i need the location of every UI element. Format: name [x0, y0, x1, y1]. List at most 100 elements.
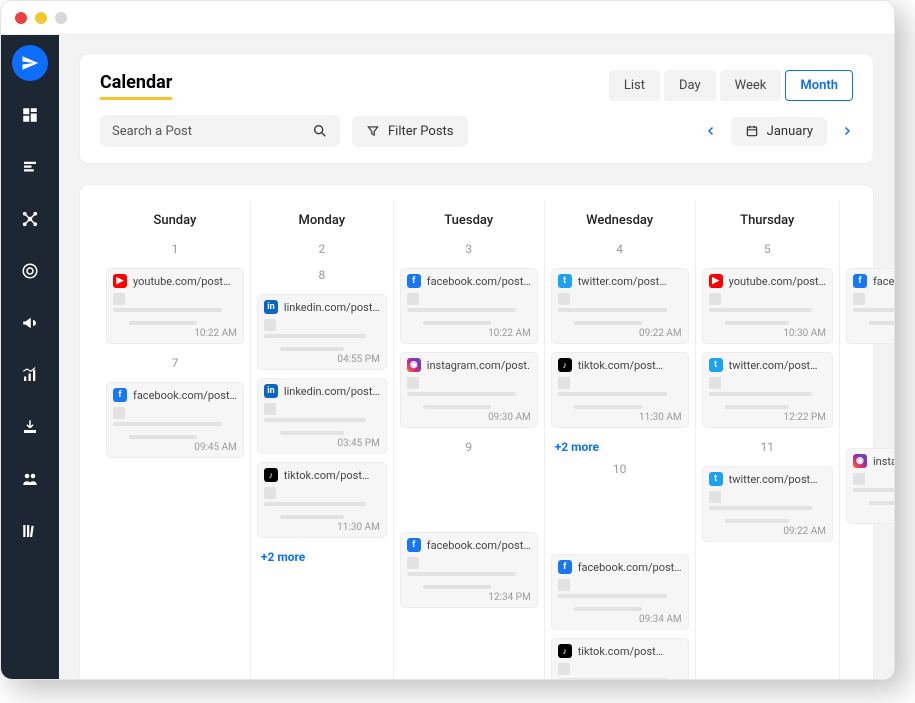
day-number: 9	[398, 436, 540, 462]
day-number: 6	[844, 238, 894, 264]
day-header: Tuesday	[398, 207, 540, 238]
ig-icon: ◉	[407, 358, 421, 372]
post-time: 10:22 AM	[113, 328, 237, 339]
tab-week[interactable]: Week	[720, 70, 782, 101]
post-card[interactable]: ▶ youtube.com/post… 10:22 AM	[106, 268, 244, 344]
post-time: 09:34 AM	[558, 614, 682, 625]
day-number: 10	[549, 458, 691, 484]
sidebar-item-dashboard[interactable]	[12, 97, 48, 133]
day-header: Sunday	[104, 207, 246, 238]
calendar-icon	[745, 124, 759, 138]
post-card[interactable]: ttwitter.com/post…09:22 AM	[551, 268, 689, 344]
sidebar-item-analytics[interactable]	[12, 357, 48, 393]
post-url: linkedin.com/post…	[284, 301, 380, 314]
post-time: 10:30 AM	[709, 328, 826, 339]
filter-button[interactable]: Filter Posts	[352, 116, 468, 147]
fb-icon: f	[407, 274, 421, 288]
download-icon	[21, 418, 39, 436]
sidebar-item-network[interactable]	[12, 201, 48, 237]
post-url: twitter.com/post…	[729, 359, 826, 372]
post-url: tiktok.com/post…	[578, 359, 682, 372]
day-header: Thursday	[700, 207, 835, 238]
post-card[interactable]: ◉instagram.com/post.09:30 AM	[400, 352, 538, 428]
tk-icon: ♪	[558, 644, 572, 658]
filter-label: Filter Posts	[388, 124, 454, 139]
sidebar-item-help[interactable]	[12, 253, 48, 289]
post-time: 04:55 PM	[264, 354, 380, 365]
tk-icon: ♪	[264, 468, 278, 482]
chart-icon	[21, 366, 39, 384]
filter-icon	[366, 124, 380, 138]
post-card[interactable]: ffacebook.com/post…12:34 PM	[400, 532, 538, 608]
paper-plane-icon	[21, 54, 39, 72]
calendar-column: Thursday5▶youtube.com/post…10:30 AMttwit…	[696, 201, 840, 679]
month-nav: January	[705, 117, 853, 146]
tab-list[interactable]: List	[609, 70, 660, 101]
tab-month[interactable]: Month	[785, 70, 853, 101]
sidebar-item-team[interactable]	[12, 461, 48, 497]
feed-icon	[21, 158, 39, 176]
post-card[interactable]: ffacebook.com/post…11:30 AM	[846, 268, 894, 344]
maximize-traffic-light[interactable]	[55, 12, 67, 24]
fb-icon: f	[558, 560, 572, 574]
post-card[interactable]: ♪ tiktok.com/post… 11:30 AM	[257, 462, 387, 538]
post-time: 09:22 AM	[709, 526, 826, 537]
post-url: youtube.com/post…	[133, 275, 237, 288]
post-card[interactable]: ◉instagram.com/post.09:30 AM	[846, 448, 894, 524]
sidebar-item-compass[interactable]	[12, 45, 48, 81]
chevron-right-icon	[841, 125, 853, 137]
post-url: facebook.com/post…	[133, 389, 237, 402]
more-posts-link[interactable]: +2 more	[255, 546, 389, 568]
post-card[interactable]: ♪tiktok.com/post…03:22 PM	[551, 638, 689, 679]
post-card[interactable]: ♪tiktok.com/post…11:30 AM	[551, 352, 689, 428]
close-traffic-light[interactable]	[15, 12, 27, 24]
post-url: instagram.com/post.	[873, 455, 894, 468]
post-time: 11:30 AM	[558, 412, 682, 423]
sidebar-item-feed[interactable]	[12, 149, 48, 185]
megaphone-icon	[21, 314, 39, 332]
day-number: 8	[255, 264, 389, 290]
post-card[interactable]: inlinkedin.com/post…03:45 PM	[257, 378, 387, 454]
page-title: Calendar	[100, 72, 172, 100]
day-header: Wednesday	[549, 207, 691, 238]
sidebar-item-announce[interactable]	[12, 305, 48, 341]
post-card[interactable]: ttwitter.com/post…09:22 AM	[702, 466, 833, 542]
tab-day[interactable]: Day	[664, 70, 716, 101]
calendar-panel: Sunday1▶youtube.com/post…10:22 AM7ffaceb…	[79, 184, 874, 679]
calendar-column: Friday6ffacebook.com/post…11:30 AM12◉ins…	[840, 201, 894, 679]
post-card[interactable]: ffacebook.com/post…10:22 AM	[400, 268, 538, 344]
calendar-column: Wednesday4ttwitter.com/post…09:22 AM♪tik…	[545, 201, 696, 679]
post-url: facebook.com/post…	[427, 275, 531, 288]
day-number: 11	[700, 436, 835, 462]
search-input[interactable]: Search a Post	[100, 115, 340, 147]
post-time: 11:30 AM	[264, 522, 380, 533]
sidebar-item-downloads[interactable]	[12, 409, 48, 445]
post-url: twitter.com/post…	[729, 473, 826, 486]
tw-icon: t	[558, 274, 572, 288]
search-placeholder: Search a Post	[112, 124, 192, 139]
more-posts-link[interactable]: +2 more	[549, 436, 691, 458]
post-time: 12:22 PM	[709, 412, 826, 423]
minimize-traffic-light[interactable]	[35, 12, 47, 24]
post-url: instagram.com/post.	[427, 359, 531, 372]
prev-month-button[interactable]	[705, 125, 717, 137]
team-icon	[21, 470, 39, 488]
next-month-button[interactable]	[841, 125, 853, 137]
calendar-grid: Sunday1▶youtube.com/post…10:22 AM7ffaceb…	[100, 201, 853, 679]
post-card[interactable]: ▶youtube.com/post…10:30 AM	[702, 268, 833, 344]
view-tabs: ListDayWeekMonth	[609, 70, 853, 101]
post-card[interactable]: inlinkedin.com/post…04:55 PM	[257, 294, 387, 370]
yt-icon: ▶	[113, 274, 127, 288]
month-picker[interactable]: January	[731, 117, 827, 146]
calendar-column: Monday28inlinkedin.com/post…04:55 PMinli…	[251, 201, 394, 679]
tw-icon: t	[709, 358, 723, 372]
library-icon	[21, 522, 39, 540]
post-card[interactable]: ffacebook.com/post…09:45 AM	[106, 382, 244, 458]
post-time: 09:22 AM	[558, 328, 682, 339]
sidebar-item-library[interactable]	[12, 513, 48, 549]
post-url: tiktok.com/post…	[284, 469, 380, 482]
post-url: linkedin.com/post…	[284, 385, 380, 398]
fb-icon: f	[407, 538, 421, 552]
post-card[interactable]: t twitter.com/post… 12:22 PM	[702, 352, 833, 428]
post-card[interactable]: ffacebook.com/post…09:34 AM	[551, 554, 689, 630]
